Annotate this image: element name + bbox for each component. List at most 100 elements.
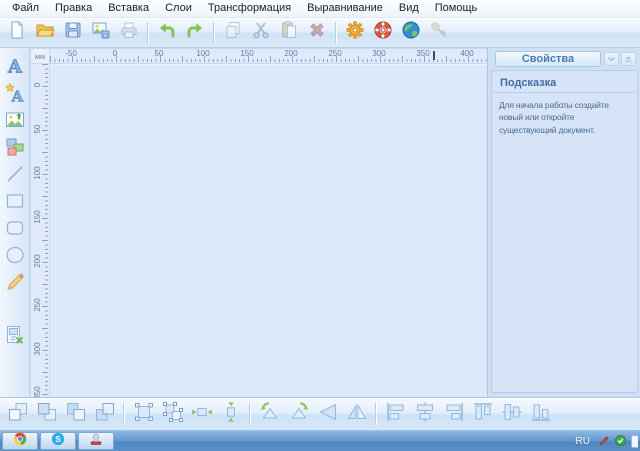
rectangle-tool-icon [4, 190, 26, 217]
flip-vertical-icon [345, 400, 369, 429]
palette-button-clipart-tool[interactable] [2, 324, 28, 350]
pin-up-icon [624, 50, 633, 68]
distribute-horizontal-icon [190, 400, 214, 429]
hruler-label-350: 350 [412, 49, 434, 58]
pen-tray-icon[interactable] [599, 433, 610, 451]
hruler-label-300: 300 [368, 49, 390, 58]
help-lifebuoy-icon [373, 20, 393, 45]
toolbar-button-open-folder[interactable] [33, 21, 57, 45]
toolbar-button-cut[interactable] [249, 21, 273, 45]
menu-item-файл[interactable]: Файл [4, 1, 47, 16]
panel-pin-button[interactable] [621, 52, 636, 66]
menu-item-трансформация[interactable]: Трансформация [200, 1, 299, 16]
toolbar-button-settings-gear[interactable] [343, 21, 367, 45]
toolbar-button-export-image[interactable] [89, 21, 113, 45]
arrange-button-align-middle[interactable] [498, 401, 525, 428]
toolbar-separator [335, 22, 337, 44]
arrange-button-flip-vertical[interactable] [343, 401, 370, 428]
palette-button-rounded-rectangle-tool[interactable] [2, 217, 28, 243]
arrange-button-distribute-vertical[interactable] [217, 401, 244, 428]
delete-icon [307, 20, 327, 45]
arrange-button-align-top[interactable] [469, 401, 496, 428]
properties-panel-title: Свойства [522, 53, 574, 65]
menu-item-правка[interactable]: Правка [47, 1, 100, 16]
language-indicator[interactable]: RU [576, 436, 594, 447]
arrange-button-align-right[interactable] [440, 401, 467, 428]
palette-button-line-tool[interactable] [2, 163, 28, 189]
arrange-button-rotate-left[interactable] [256, 401, 283, 428]
toolbar-button-copy[interactable] [221, 21, 245, 45]
arrange-button-bring-forward[interactable] [33, 401, 60, 428]
menu-item-вид[interactable]: Вид [391, 1, 427, 16]
distribute-vertical-icon [219, 400, 243, 429]
align-center-icon [413, 400, 437, 429]
copy-icon [223, 20, 243, 45]
system-tray: RU [576, 431, 638, 451]
palette-button-ellipse-tool[interactable] [2, 244, 28, 270]
vruler-label-300: 300 [30, 344, 48, 354]
toolbar-button-paste[interactable] [277, 21, 301, 45]
arrange-separator [375, 403, 377, 425]
vruler-label-250: 250 [30, 300, 48, 310]
menu-bar: ФайлПравкаВставкаСлоиТрансформацияВыравн… [0, 0, 640, 18]
toolbar-button-undo[interactable] [155, 21, 179, 45]
taskbar-app-stamp-app[interactable] [78, 432, 114, 450]
vruler-label-50: 50 [30, 124, 48, 134]
palette-button-wordart-tool[interactable]: A [2, 82, 28, 108]
svg-text:A: A [7, 56, 23, 77]
skype-icon: S [51, 432, 65, 451]
menu-item-вставка[interactable]: Вставка [100, 1, 157, 16]
palette-button-pencil-tool[interactable] [2, 271, 28, 297]
open-folder-icon [35, 20, 55, 45]
settings-gear-icon [345, 20, 365, 45]
vertical-ruler: 050100150200250300350 [30, 64, 50, 397]
arrange-button-distribute-horizontal[interactable] [188, 401, 215, 428]
palette-button-shapes-tool[interactable] [2, 136, 28, 162]
arrange-button-bring-to-front[interactable] [4, 401, 31, 428]
properties-panel-header[interactable]: Свойства [495, 51, 601, 67]
toolbar-separator [147, 22, 149, 44]
toolbar-button-website-globe[interactable] [399, 21, 423, 45]
arrange-button-send-backward[interactable] [62, 401, 89, 428]
palette-button-text-tool[interactable]: A [2, 55, 28, 81]
taskbar-app-skype[interactable]: S [40, 432, 76, 450]
toolbar-button-license-key[interactable] [427, 21, 451, 45]
toolbar-button-help-lifebuoy[interactable] [371, 21, 395, 45]
arrange-button-align-center[interactable] [411, 401, 438, 428]
line-tool-icon [4, 163, 26, 190]
palette-button-image-tool[interactable] [2, 109, 28, 135]
taskbar-app-chrome[interactable] [2, 432, 38, 450]
arrange-button-ungroup[interactable] [159, 401, 186, 428]
hruler-label-250: 250 [324, 49, 346, 58]
properties-panel: Свойства Подсказка Для начала работы соз… [487, 48, 640, 397]
palette-button-rectangle-tool[interactable] [2, 190, 28, 216]
align-middle-icon [500, 400, 524, 429]
toolbar-button-new-document[interactable] [5, 21, 29, 45]
tray-overflow-button[interactable] [631, 435, 638, 448]
arrange-button-group[interactable] [130, 401, 157, 428]
hruler-label-400: 400 [456, 49, 478, 58]
toolbar-button-print[interactable] [117, 21, 141, 45]
arrange-button-rotate-right[interactable] [285, 401, 312, 428]
toolbar-button-delete[interactable] [305, 21, 329, 45]
toolbar-button-redo[interactable] [183, 21, 207, 45]
menu-item-помощь[interactable]: Помощь [427, 1, 486, 16]
menu-item-слои[interactable]: Слои [157, 1, 200, 16]
document-canvas[interactable] [50, 64, 487, 397]
align-right-icon [442, 400, 466, 429]
arrange-button-flip-horizontal[interactable] [314, 401, 341, 428]
status-tray-icon[interactable] [615, 433, 626, 451]
toolbar-button-save[interactable] [61, 21, 85, 45]
vruler-label-100: 100 [30, 168, 48, 178]
vruler-label-150: 150 [30, 212, 48, 222]
arrange-button-send-to-back[interactable] [91, 401, 118, 428]
align-left-icon [384, 400, 408, 429]
menu-item-выравнивание[interactable]: Выравнивание [299, 1, 391, 16]
chevron-down-icon [607, 50, 616, 68]
ellipse-tool-icon [4, 244, 26, 271]
arrange-button-align-bottom[interactable] [527, 401, 554, 428]
arrange-button-align-left[interactable] [382, 401, 409, 428]
hruler-label--50: -50 [60, 49, 82, 58]
panel-collapse-button[interactable] [604, 52, 619, 66]
rotate-right-icon [287, 400, 311, 429]
